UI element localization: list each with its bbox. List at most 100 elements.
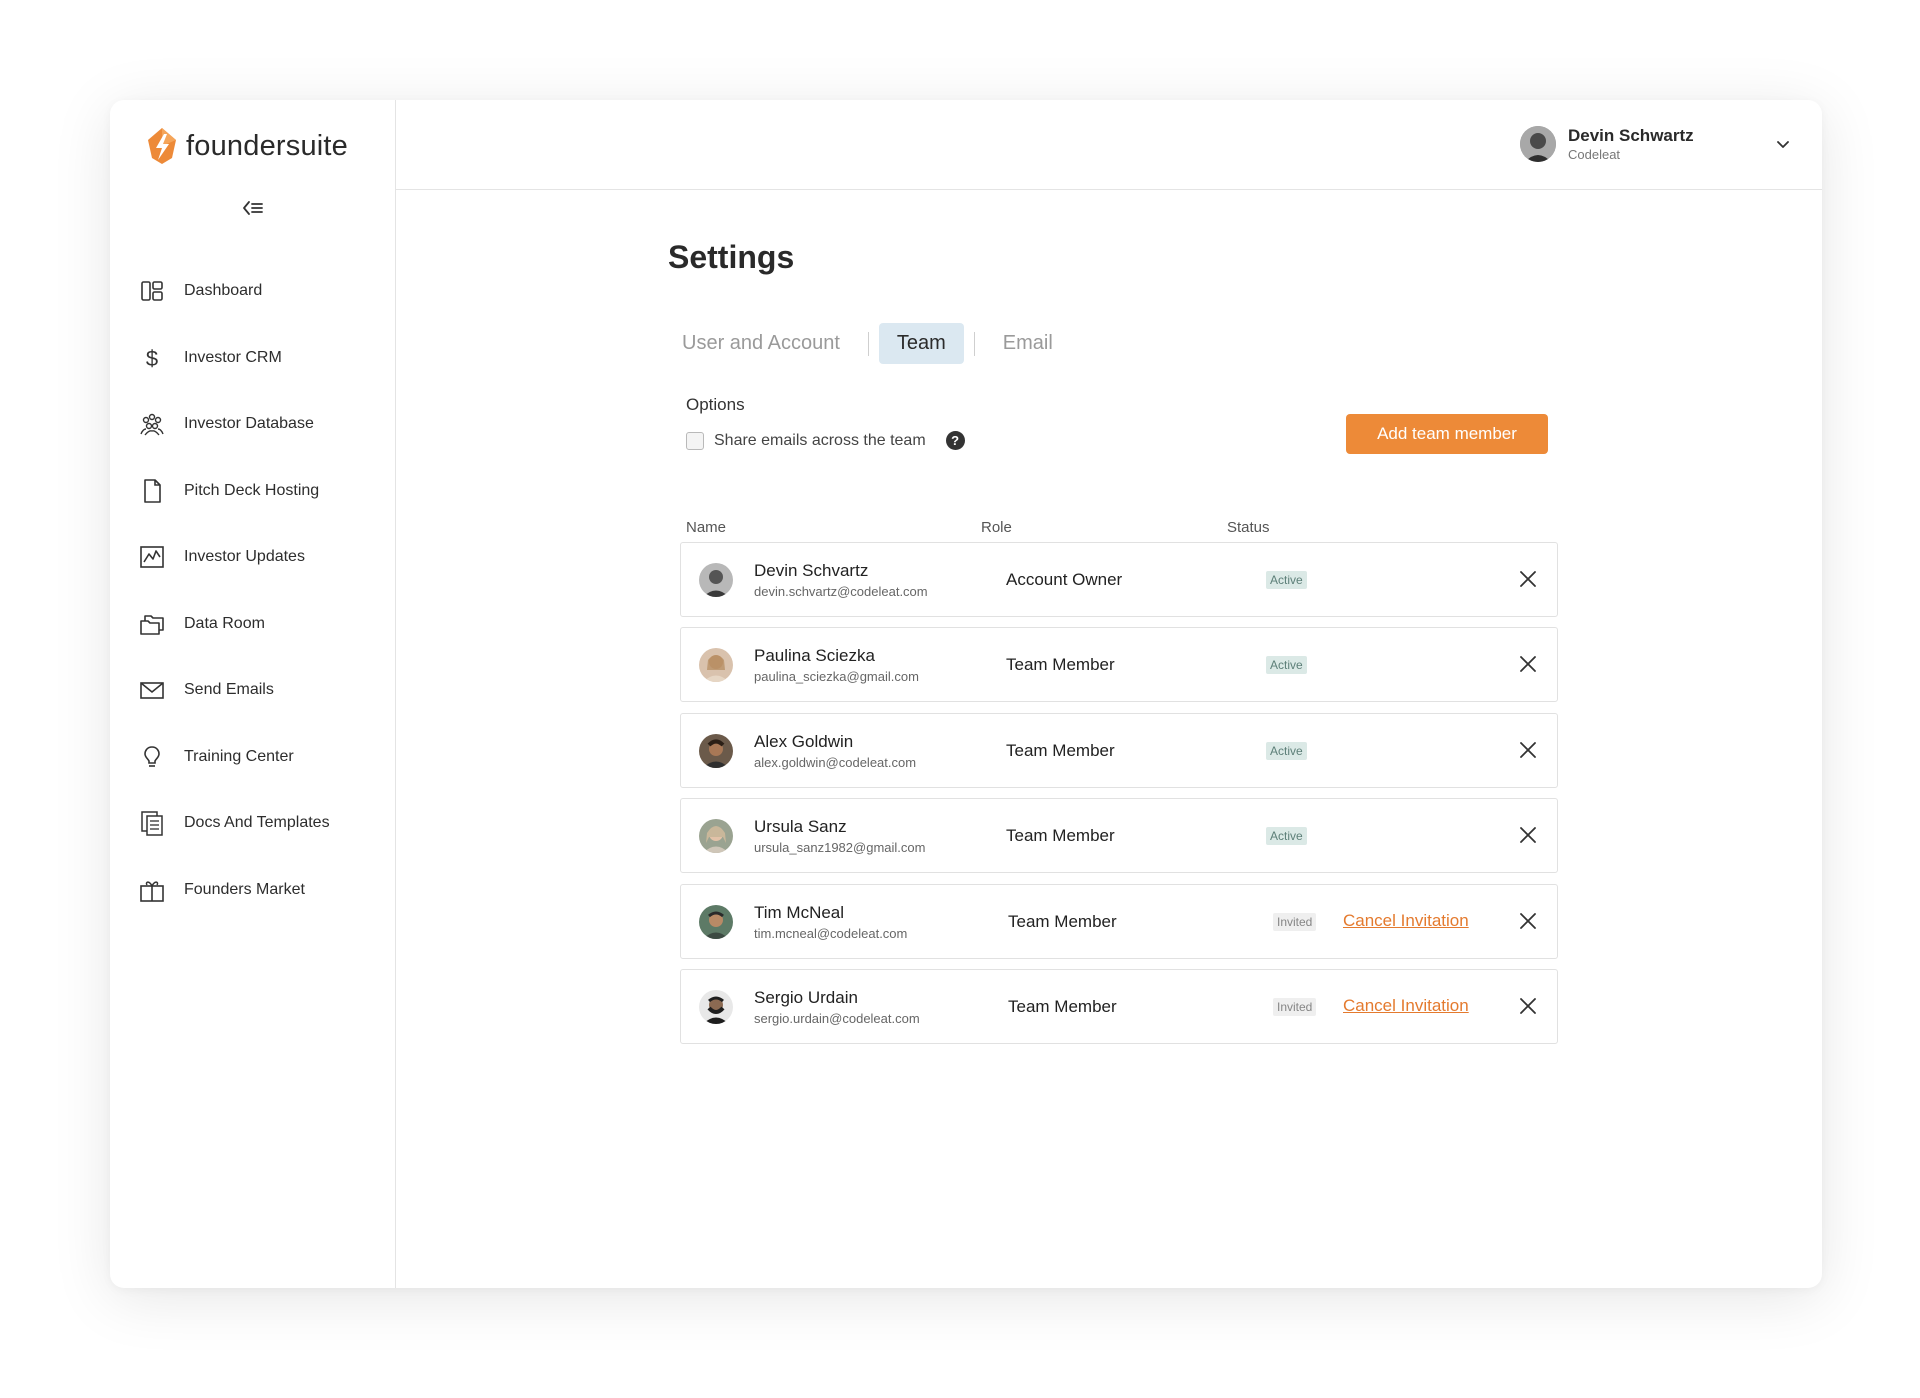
cancel-invitation-link[interactable]: Cancel Invitation [1343, 996, 1469, 1016]
sidebar-item-investor-crm[interactable]: $ Investor CRM [138, 325, 378, 392]
folder-icon [138, 610, 166, 638]
sidebar-item-send-emails[interactable]: Send Emails [138, 657, 378, 724]
team-member-row: Ursula Sanz ursula_sanz1982@gmail.com Te… [680, 798, 1558, 874]
team-member-row: Devin Schvartz devin.schvartz@codeleat.c… [680, 542, 1558, 617]
status-badge: Invited [1273, 912, 1317, 931]
tab-team[interactable]: Team [878, 323, 964, 364]
member-avatar [699, 904, 733, 939]
top-header: Devin Schwartz Codeleat [396, 100, 1822, 190]
member-avatar [699, 989, 733, 1024]
tab-divider [867, 331, 869, 356]
add-team-member-button[interactable]: Add team member [1346, 414, 1548, 454]
sidebar-item-label: Investor CRM [184, 348, 282, 366]
sidebar-item-docs-and-templates[interactable]: Docs And Templates [138, 790, 378, 857]
status-badge: Invited [1273, 997, 1317, 1016]
user-avatar [1520, 126, 1556, 162]
member-role: Team Member [1006, 826, 1115, 846]
team-member-row: Alex Goldwin alex.goldwin@codeleat.com T… [680, 712, 1558, 788]
column-header-name: Name [686, 519, 727, 536]
settings-main: Settings User and Account Team Email Opt… [396, 191, 1822, 1288]
sidebar-item-founders-market[interactable]: Founders Market [138, 857, 378, 924]
chart-icon [138, 543, 166, 571]
member-role: Team Member [1006, 655, 1115, 675]
dashboard-icon [138, 277, 166, 305]
member-email: alex.goldwin@codeleat.com [754, 754, 917, 770]
sidebar-item-investor-updates[interactable]: Investor Updates [138, 524, 378, 591]
logo[interactable]: foundersuite [146, 126, 348, 166]
logo-icon [148, 128, 176, 164]
member-role: Account Owner [1006, 570, 1123, 589]
member-name: Sergio Urdain [754, 987, 858, 1007]
close-icon[interactable] [1517, 824, 1539, 846]
help-icon[interactable]: ? [945, 431, 965, 450]
member-email: tim.mcneal@codeleat.com [754, 925, 908, 941]
share-emails-option: Share emails across the team ? [686, 431, 965, 450]
column-header-status: Status [1227, 519, 1270, 536]
member-email: devin.schvartz@codeleat.com [754, 584, 928, 599]
sidebar-nav: Dashboard $ Investor CRM Investor Databa… [138, 258, 378, 923]
member-name: Paulina Sciezka [754, 646, 875, 666]
sidebar-item-label: Founders Market [184, 880, 305, 898]
member-email: sergio.urdain@codeleat.com [754, 1010, 920, 1026]
close-icon[interactable] [1517, 568, 1539, 590]
tab-divider [973, 331, 975, 356]
sidebar-item-dashboard[interactable]: Dashboard [138, 258, 378, 325]
settings-tabs: User and Account Team Email [664, 323, 1071, 364]
member-email: paulina_sciezka@gmail.com [754, 669, 919, 685]
member-role: Team Member [1006, 740, 1115, 760]
tab-email[interactable]: Email [985, 323, 1071, 364]
sidebar-item-label: Training Center [184, 747, 294, 765]
member-avatar [699, 563, 733, 597]
status-badge: Active [1266, 656, 1307, 675]
sidebar: foundersuite Dashboard $ Investor CRM In… [110, 100, 396, 1288]
sidebar-item-label: Data Room [184, 614, 265, 632]
status-badge: Active [1266, 741, 1307, 760]
member-name: Ursula Sanz [754, 817, 847, 837]
member-email: ursula_sanz1982@gmail.com [754, 840, 926, 856]
sidebar-item-label: Send Emails [184, 681, 274, 699]
sidebar-item-label: Docs And Templates [184, 814, 330, 832]
sidebar-item-data-room[interactable]: Data Room [138, 591, 378, 658]
dollar-icon: $ [138, 344, 166, 372]
member-role: Team Member [1008, 911, 1117, 931]
chevron-down-icon[interactable] [1774, 135, 1792, 153]
sidebar-item-label: Pitch Deck Hosting [184, 481, 320, 499]
close-icon[interactable] [1517, 739, 1539, 761]
close-icon[interactable] [1517, 910, 1539, 932]
share-emails-checkbox[interactable] [686, 431, 704, 450]
close-icon[interactable] [1517, 995, 1539, 1017]
user-menu[interactable]: Devin Schwartz Codeleat [1520, 126, 1792, 162]
lightbulb-icon [138, 743, 166, 771]
tab-user-and-account[interactable]: User and Account [664, 323, 858, 364]
logo-text: foundersuite [186, 129, 349, 162]
member-name: Devin Schvartz [754, 561, 869, 580]
people-icon [138, 410, 166, 438]
column-header-role: Role [981, 519, 1012, 536]
user-company: Codeleat [1568, 147, 1621, 162]
sidebar-item-investor-database[interactable]: Investor Database [138, 391, 378, 458]
collapse-sidebar-icon[interactable] [241, 198, 265, 218]
close-icon[interactable] [1517, 653, 1539, 675]
member-avatar [699, 733, 733, 768]
docs-icon [138, 809, 166, 837]
member-name: Alex Goldwin [754, 731, 854, 751]
team-member-row: Tim McNeal tim.mcneal@codeleat.com Team … [680, 883, 1558, 959]
member-role: Team Member [1008, 996, 1117, 1016]
team-member-row: Sergio Urdain sergio.urdain@codeleat.com… [680, 968, 1558, 1044]
gift-icon [138, 876, 166, 904]
sidebar-item-pitch-deck-hosting[interactable]: Pitch Deck Hosting [138, 458, 378, 525]
sidebar-item-label: Dashboard [184, 282, 263, 300]
user-name: Devin Schwartz [1568, 126, 1694, 145]
member-name: Tim McNeal [754, 902, 845, 922]
cancel-invitation-link[interactable]: Cancel Invitation [1343, 911, 1469, 931]
member-avatar [699, 648, 733, 683]
sidebar-item-label: Investor Database [184, 415, 314, 433]
team-member-list: Devin Schvartz devin.schvartz@codeleat.c… [680, 542, 1558, 1054]
svg-text:$: $ [146, 346, 158, 371]
page-title: Settings [668, 239, 795, 275]
share-emails-label: Share emails across the team [714, 431, 926, 449]
status-badge: Active [1266, 571, 1307, 589]
sidebar-item-training-center[interactable]: Training Center [138, 724, 378, 791]
options-heading: Options [686, 395, 745, 414]
document-icon [138, 477, 166, 505]
